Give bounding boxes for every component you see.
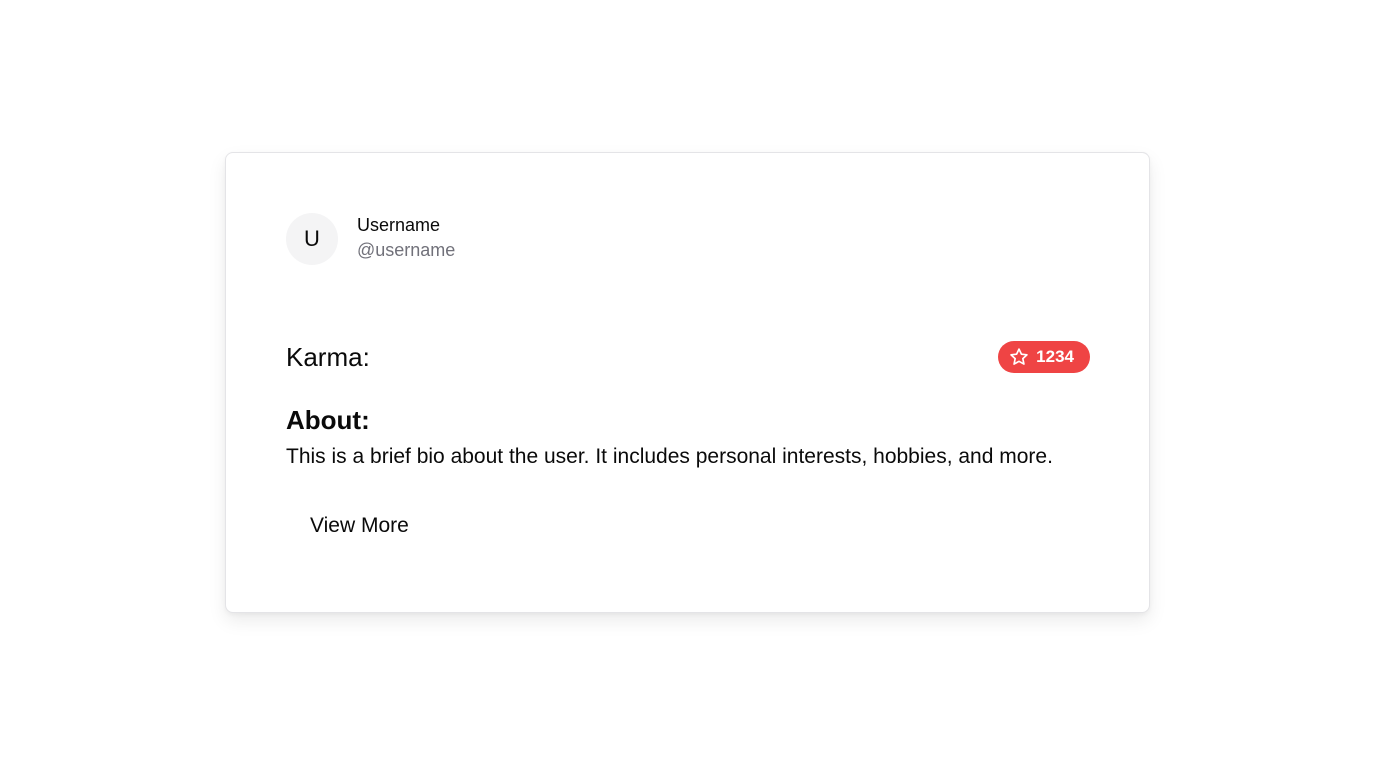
- profile-names: Username @username: [357, 215, 455, 263]
- karma-badge: 1234: [998, 341, 1090, 373]
- avatar-initial: U: [304, 226, 320, 251]
- profile-card: U Username @username Karma: 1234 About: …: [225, 152, 1150, 613]
- about-bio: This is a brief bio about the user. It i…: [286, 445, 1053, 468]
- view-more-button[interactable]: View More: [286, 505, 433, 547]
- about-title: About:: [286, 405, 370, 435]
- display-name: Username: [357, 215, 441, 235]
- karma-value: 1234: [1036, 347, 1074, 366]
- star-icon: [1010, 348, 1028, 365]
- username-handle: @username: [357, 240, 456, 260]
- avatar: U: [286, 213, 338, 265]
- profile-header: U Username @username: [286, 213, 455, 265]
- karma-row: Karma: 1234: [286, 340, 1090, 374]
- karma-label: Karma:: [286, 341, 370, 372]
